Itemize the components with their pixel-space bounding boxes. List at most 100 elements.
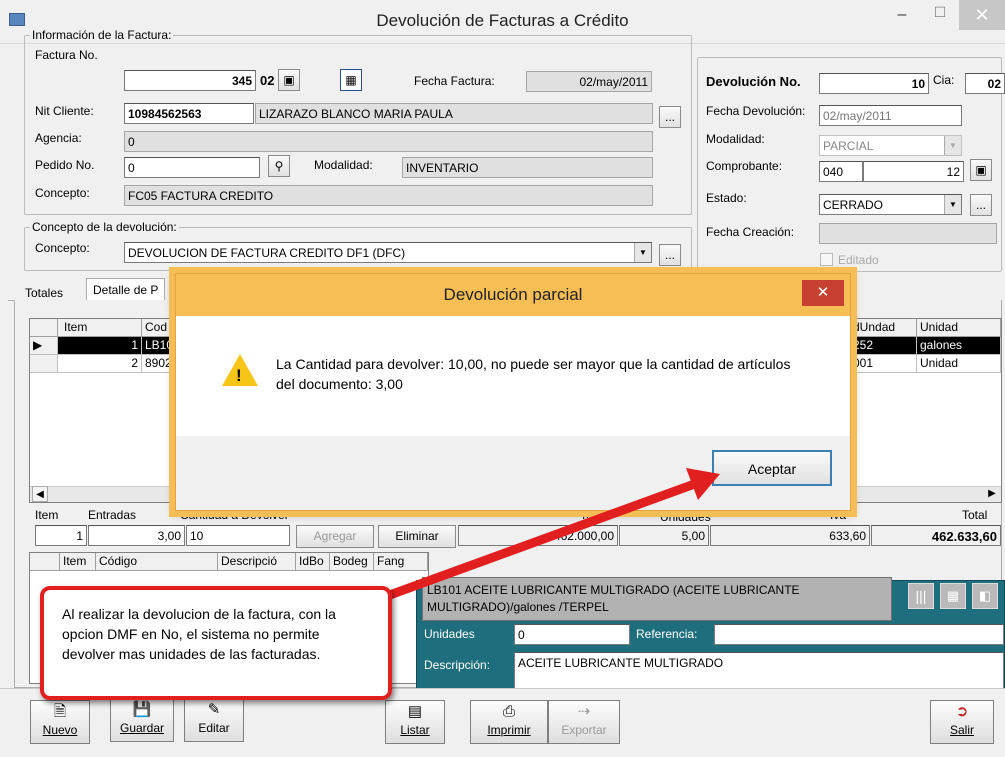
grid-header-unidad[interactable]: Unidad [917, 319, 1001, 337]
grid-header-item[interactable]: Item [58, 319, 142, 337]
devolucion-no-label: Devolución No. [706, 74, 801, 89]
devolucion-no-field[interactable]: 10 [819, 73, 929, 94]
detail-header-descripcion[interactable]: Descripció [218, 553, 296, 571]
concepto-label: Concepto: [35, 186, 90, 200]
product-referencia-label: Referencia: [636, 627, 698, 641]
fecha-factura-field: 02/may/2011 [526, 71, 652, 92]
comprobante-search-icon[interactable]: ▣ [970, 159, 992, 181]
listar-button[interactable]: ▤ Listar [385, 700, 445, 744]
exportar-label: Exportar [561, 723, 607, 737]
editar-button[interactable]: ✎ Editar [184, 698, 244, 742]
resize-icon[interactable]: ◧ [972, 583, 998, 609]
detail-header-codigo[interactable]: Código [96, 553, 218, 571]
editar-label: Editar [198, 721, 230, 735]
salir-button[interactable]: ➲ Salir [930, 700, 994, 744]
fecha-creacion-label: Fecha Creación: [706, 225, 795, 239]
tab-detalle[interactable]: Detalle de P [86, 278, 166, 301]
grid-header-codund[interactable]: dUndad [850, 319, 917, 337]
dialog-close-button[interactable]: ✕ [802, 280, 844, 306]
table-row-2-codund[interactable]: 001 [850, 355, 917, 373]
product-descripcion-label: Descripción: [424, 658, 491, 672]
detail-header-item[interactable]: Item [60, 553, 96, 571]
modalidad-dropdown-icon[interactable]: ▼ [944, 136, 961, 155]
guardar-label: Guardar [119, 721, 165, 735]
fecha-creacion-field [819, 223, 997, 244]
modalidad-field: INVENTARIO [402, 157, 653, 178]
exit-icon: ➲ [955, 703, 969, 720]
table-row-1-item[interactable]: 1 [58, 337, 142, 355]
comprobante-code-field[interactable]: 040 [819, 161, 863, 182]
factura-no-field[interactable]: 345 [124, 70, 256, 91]
pedido-label: Pedido No. [35, 158, 95, 172]
product-referencia-field[interactable] [714, 624, 1004, 645]
grid-row-indicator-2 [30, 355, 58, 373]
entry-total-field: 462.633,60 [871, 525, 1001, 546]
entry-total-label: Total [962, 508, 988, 522]
editado-checkbox[interactable] [820, 253, 833, 266]
scroll-right-icon[interactable]: ▶ [984, 486, 1000, 502]
product-unidades-field[interactable]: 0 [514, 624, 630, 645]
aceptar-button[interactable]: Aceptar [712, 450, 832, 486]
table-row-2-item[interactable]: 2 [58, 355, 142, 373]
detail-header-idbo[interactable]: IdBo [296, 553, 330, 571]
product-unidades-label: Unidades [424, 627, 475, 641]
comprobante-no-field[interactable]: 12 [863, 161, 964, 182]
estado-label: Estado: [706, 191, 747, 205]
table-row-1-codund[interactable]: 252 [850, 337, 917, 355]
entry-item-field[interactable]: 1 [35, 525, 87, 546]
print-icon: ⎙ [502, 703, 515, 720]
minimize-button[interactable]: – [887, 6, 917, 24]
agregar-button[interactable]: Agregar [296, 525, 374, 548]
detail-header-blank [30, 553, 60, 571]
calculator-icon[interactable]: ▦ [940, 583, 966, 609]
table-row-1-unidad[interactable]: galones [917, 337, 1001, 355]
factura-serie-label: 02 [260, 73, 275, 88]
return-concepto-label: Concepto: [35, 241, 90, 255]
estado-dropdown-icon[interactable]: ▼ [944, 195, 961, 214]
arrow-line [371, 477, 705, 605]
annotation-callout: Al realizar la devolucion de la factura,… [40, 586, 392, 700]
fecha-factura-label: Fecha Factura: [414, 74, 495, 88]
imprimir-label: Imprimir [487, 723, 531, 737]
detail-header-bodeg[interactable]: Bodeg [330, 553, 374, 571]
export-icon: ⇢ [577, 703, 591, 720]
agencia-label: Agencia: [35, 131, 82, 145]
nit-field[interactable]: 10984562563 [124, 103, 254, 124]
warning-icon-mark: ! [236, 366, 242, 385]
cia-label: Cia: [933, 73, 955, 87]
guardar-button[interactable]: 💾 Guardar [110, 698, 174, 742]
estado-select[interactable]: CERRADO [819, 194, 962, 215]
exportar-button[interactable]: ⇢ Exportar [548, 700, 620, 744]
close-button[interactable]: ✕ [959, 0, 1005, 30]
return-concepto-select[interactable]: DEVOLUCION DE FACTURA CREDITO DF1 (DFC) [124, 242, 652, 263]
barcode-icon[interactable]: ||| [908, 583, 934, 609]
estado-lookup-button[interactable]: ... [970, 194, 992, 216]
fecha-devolucion-field[interactable]: 02/may/2011 [819, 105, 962, 126]
factura-no-label: Factura No. [35, 48, 98, 62]
nuevo-button[interactable]: 🗎 Nuevo [30, 700, 90, 744]
comprobante-label: Comprobante: [706, 159, 783, 173]
invoice-info-label: Información de la Factura: [30, 28, 174, 42]
imprimir-button[interactable]: ⎙ Imprimir [470, 700, 548, 744]
fecha-devolucion-label: Fecha Devolución: [706, 104, 806, 118]
table-row-2-unidad[interactable]: Unidad [917, 355, 1001, 373]
scroll-left-icon[interactable]: ◀ [32, 486, 48, 502]
pedido-field[interactable]: 0 [124, 157, 260, 178]
maximize-button[interactable]: ☐ [925, 4, 955, 21]
calendar-icon[interactable]: ▦ [340, 69, 362, 91]
new-document-icon: 🗎 [53, 703, 67, 720]
modalidad-dev-label: Modalidad: [706, 132, 765, 146]
return-concept-label: Concepto de la devolución: [30, 220, 179, 234]
modalidad-dev-select[interactable]: PARCIAL [819, 135, 962, 156]
cliente-lookup-button[interactable]: ... [659, 106, 681, 128]
cia-field[interactable]: 02 [965, 73, 1005, 94]
return-concepto-lookup-button[interactable]: ... [659, 244, 681, 266]
return-concepto-dropdown-icon[interactable]: ▼ [634, 243, 651, 262]
entry-entradas-field[interactable]: 3,00 [88, 525, 185, 546]
save-icon: 💾 [132, 701, 152, 718]
entry-cantidad-field[interactable]: 10 [186, 525, 290, 546]
search-invoice-icon[interactable]: ▣ [278, 69, 300, 91]
edit-icon: ✎ [207, 701, 221, 718]
search-pedido-icon[interactable]: ⚲ [268, 155, 290, 177]
dialog-body: ! La Cantidad para devolver: 10,00, no p… [176, 316, 850, 436]
